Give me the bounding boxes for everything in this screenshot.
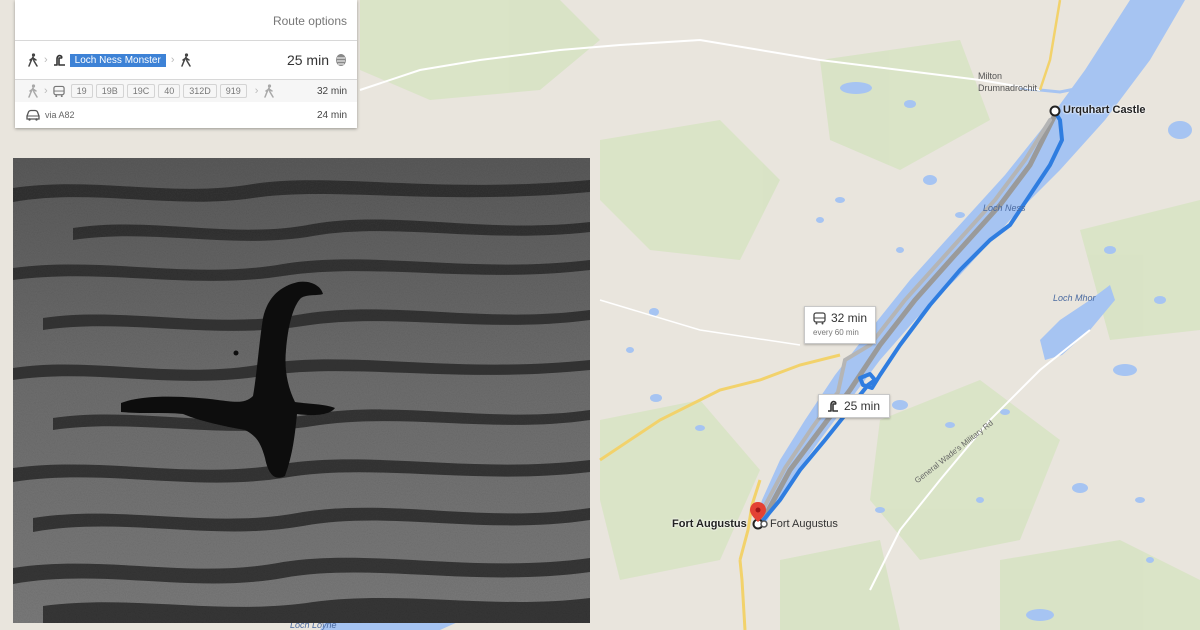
walk-icon: [180, 53, 191, 67]
chevron-right-icon: ›: [170, 54, 175, 66]
bus-icon: [52, 85, 65, 97]
bus-line-chip: 19: [70, 84, 93, 98]
bus-callout-duration: 32 min: [831, 311, 868, 325]
monster-route-row[interactable]: › Loch Ness Monster › 25 min: [15, 40, 357, 80]
chevron-right-icon: ›: [44, 54, 48, 66]
monster-route-duration: 25 min: [286, 52, 329, 68]
fare-icon: [336, 54, 346, 66]
label-milton: Milton: [978, 71, 1003, 81]
bus-line-chip: 40: [158, 84, 181, 98]
monster-route-badge: Loch Ness Monster: [69, 53, 166, 67]
label-fort-augustus-left[interactable]: Fort Augustus: [672, 518, 747, 530]
monster-route-callout[interactable]: 25 min: [818, 394, 890, 418]
label-urquhart-castle[interactable]: Urquhart Castle: [1063, 104, 1146, 116]
directions-panel: Route options › Loch Ness Monster › 25 m…: [15, 0, 357, 128]
monster-icon: [53, 54, 65, 66]
bus-route-duration: 32 min: [316, 85, 347, 97]
bus-route-callout[interactable]: 32 min every 60 min: [804, 306, 876, 344]
walk-icon: [28, 84, 38, 98]
bus-line-chip: 19B: [95, 84, 124, 98]
label-fort-augustus-right: Fort Augustus: [770, 518, 838, 530]
car-route-duration: 24 min: [316, 109, 347, 121]
bus-line-chip: 19C: [126, 84, 156, 98]
loch-ness-monster-photo: [13, 158, 590, 623]
bus-line-chip: 919: [219, 84, 247, 98]
origin-marker: [1049, 105, 1061, 117]
route-options-link[interactable]: Route options: [273, 14, 347, 28]
label-loch-mhor: Loch Mhor: [1053, 293, 1096, 303]
label-loch-ness: Loch Ness: [983, 203, 1026, 213]
chevron-right-icon: ›: [44, 85, 48, 97]
walk-icon: [264, 84, 275, 98]
monster-callout-duration: 25 min: [844, 399, 881, 413]
bus-callout-frequency: every 60 min: [813, 328, 859, 337]
bus-route-row[interactable]: › 19 19B 19C 40 312D 919 › 32 min: [15, 80, 357, 102]
bus-line-chip: 312D: [183, 84, 217, 98]
monster-photo-image: [13, 158, 590, 623]
car-route-via: via A82: [45, 110, 75, 120]
walk-icon: [28, 53, 38, 67]
car-route-row[interactable]: via A82 24 min: [15, 104, 357, 126]
monster-icon: [828, 400, 838, 412]
label-drumnadrochit: Drumnadrochit: [978, 83, 1038, 93]
bus-icon: [813, 312, 826, 325]
chevron-right-icon: ›: [254, 85, 259, 97]
car-icon: [26, 109, 40, 121]
